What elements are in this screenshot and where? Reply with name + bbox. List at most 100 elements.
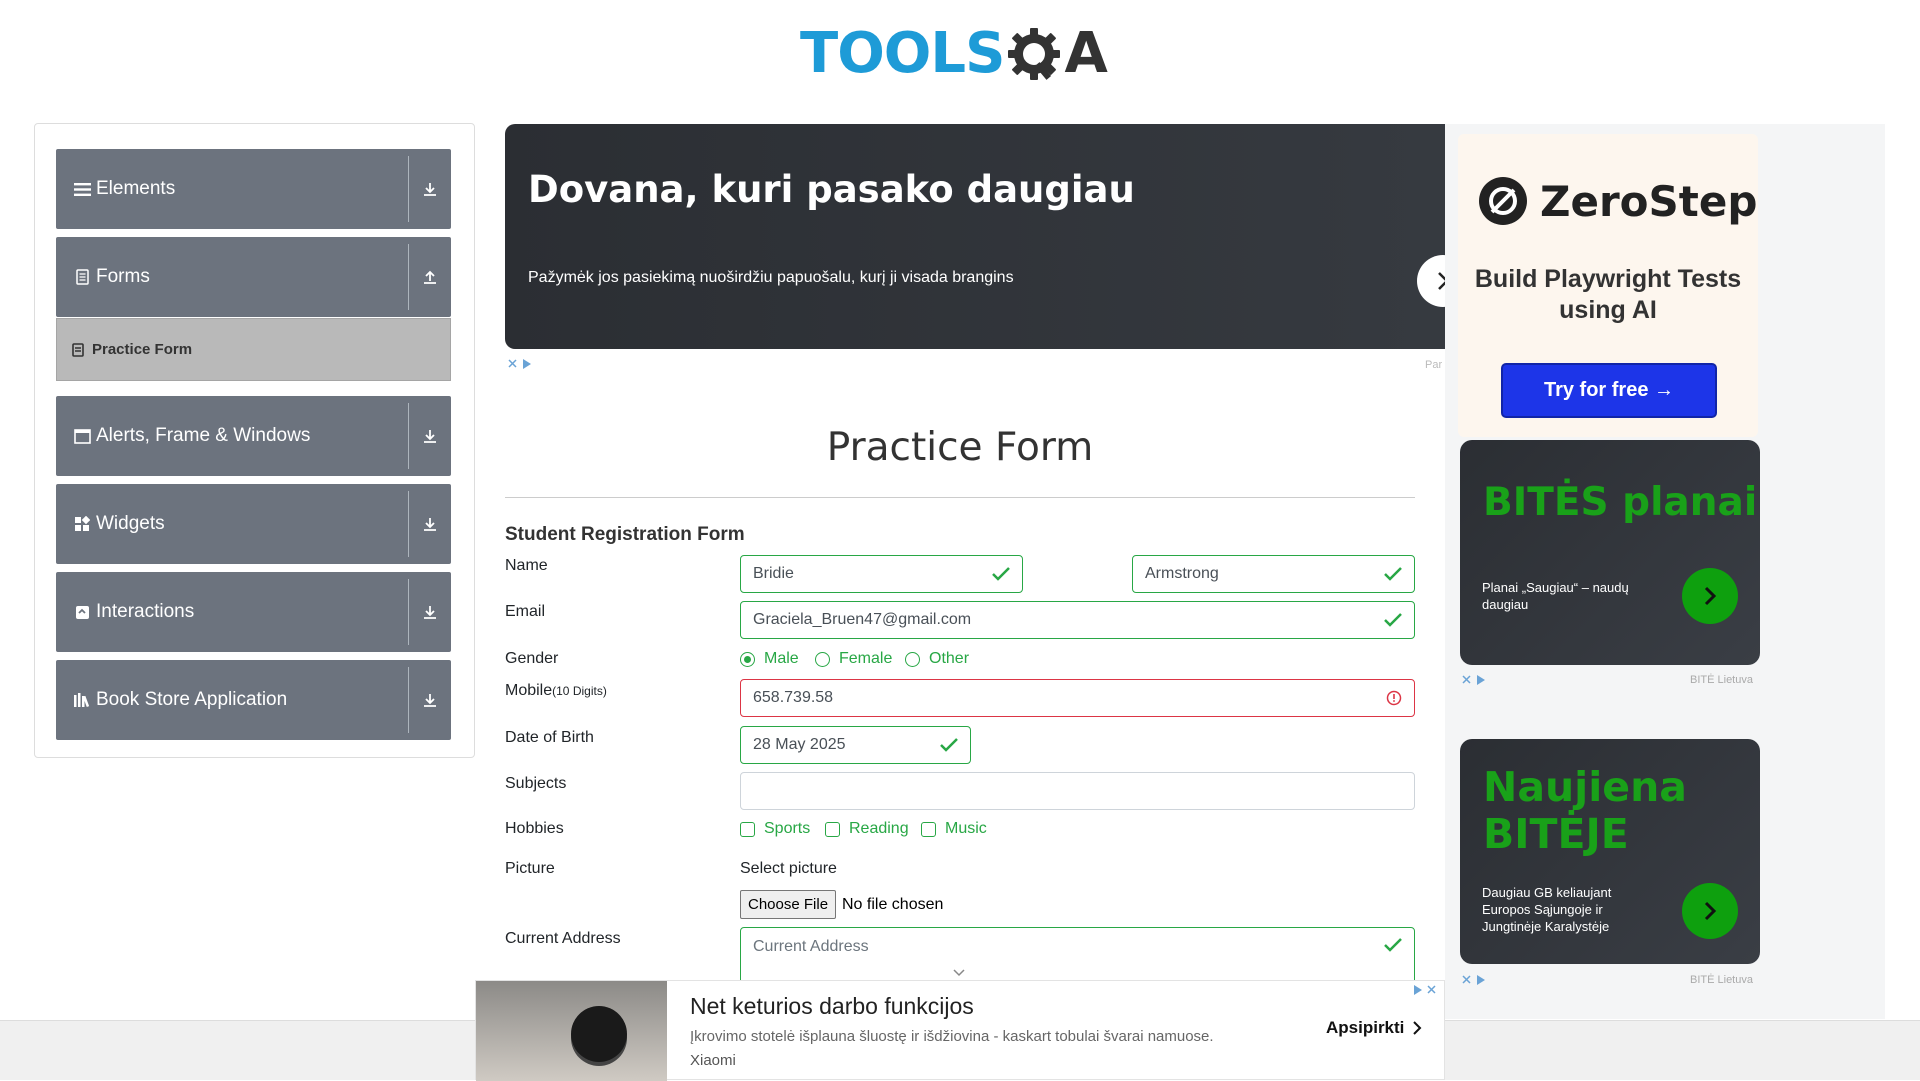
gender-other-radio[interactable]: Other — [905, 650, 969, 668]
adchoices-icon[interactable] — [507, 358, 537, 373]
books-icon — [73, 691, 91, 709]
document-icon — [72, 342, 84, 357]
check-icon — [940, 738, 958, 752]
check-icon — [992, 567, 1010, 581]
bite-ad-title-line1: Naujiena — [1483, 763, 1687, 811]
zerostep-tagline: Build Playwright Tests using AI — [1474, 265, 1742, 325]
chevron-right-icon[interactable] — [1682, 568, 1738, 624]
bite-ad-1[interactable]: BITĖS planai Planai „Saugiau“ – naudų da… — [1460, 440, 1760, 665]
sidebar-group-label: Forms — [96, 266, 150, 287]
no-file-chosen-text: No file chosen — [842, 896, 944, 913]
hobby-reading-checkbox[interactable]: Reading — [825, 820, 909, 838]
sidebar-item-label: Practice Form — [92, 341, 193, 358]
first-name-value: Bridie — [753, 565, 794, 582]
toolsqa-logo[interactable]: TOOLS A — [800, 14, 1108, 94]
last-name-input[interactable]: Armstrong — [1132, 555, 1415, 593]
robot-vacuum-image — [571, 1006, 627, 1062]
sidebar-group-forms[interactable]: Forms — [56, 237, 451, 317]
radio-label: Male — [764, 650, 799, 667]
sidebar-group-book-store[interactable]: Book Store Application — [56, 660, 451, 740]
bite-brand-label: BITĖ Lietuva — [1690, 674, 1753, 686]
email-input[interactable]: Graciela_Bruen47@gmail.com — [740, 601, 1415, 639]
checkbox-box — [740, 821, 755, 837]
name-label: Name — [505, 557, 548, 574]
chevron-right-icon — [1413, 1021, 1422, 1035]
dob-value: 28 May 2025 — [753, 736, 846, 753]
divider — [505, 497, 1415, 498]
sidebar-group-label: Alerts, Frame & Windows — [96, 425, 311, 446]
logo-a-text: A — [1064, 21, 1107, 86]
bite-ad-2[interactable]: Naujiena BITĖJE Daugiau GB keliaujant Eu… — [1460, 739, 1760, 964]
bite-ad-title: Naujiena BITĖJE — [1483, 763, 1687, 859]
check-icon — [1384, 567, 1402, 581]
hobby-music-checkbox[interactable]: Music — [921, 820, 987, 838]
adchoices-icon[interactable] — [1461, 674, 1491, 689]
current-address-label: Current Address — [505, 930, 621, 947]
radio-dot — [905, 651, 920, 667]
last-name-value: Armstrong — [1145, 565, 1219, 582]
zerostep-icon — [1479, 177, 1527, 225]
subjects-label: Subjects — [505, 775, 567, 792]
sidebar-group-widgets[interactable]: Widgets — [56, 484, 451, 564]
mobile-label-text: Mobile — [505, 682, 553, 699]
download-icon — [409, 692, 451, 708]
gender-label: Gender — [505, 650, 559, 667]
first-name-input[interactable]: Bridie — [740, 555, 1023, 593]
chevron-right-icon[interactable] — [1682, 883, 1738, 939]
sidebar-group-elements[interactable]: Elements — [56, 149, 451, 229]
form-subtitle: Student Registration Form — [505, 524, 745, 545]
error-icon — [1386, 690, 1402, 706]
sidebar-group-alerts[interactable]: Alerts, Frame & Windows — [56, 396, 451, 476]
adchoices-icon[interactable] — [1412, 983, 1442, 1001]
logo-qa: A — [1004, 21, 1108, 86]
bite-ad-title: BITĖS planai — [1483, 480, 1758, 525]
gear-q-icon — [1008, 28, 1061, 80]
radio-dot — [815, 651, 830, 667]
ad-advertiser: Par — [1425, 359, 1443, 371]
button-label: Apsipirkti — [1326, 1018, 1405, 1037]
top-banner-ad[interactable]: Dovana, kuri pasako daugiau Pažymėk jos … — [505, 124, 1445, 349]
try-for-free-button[interactable]: Try for free → — [1501, 363, 1717, 418]
sidebar-group-label: Interactions — [96, 601, 195, 622]
mobile-value: 658.739.58 — [753, 689, 834, 706]
mobile-input[interactable]: 658.739.58 — [740, 679, 1415, 717]
check-icon — [1384, 938, 1402, 952]
bite-brand-label: BITĖ Lietuva — [1690, 974, 1753, 986]
chevron-down-icon — [953, 969, 965, 977]
bite-ad-text: Daugiau GB keliaujant Europos Sąjungoje … — [1482, 885, 1612, 934]
chevron-right-icon[interactable] — [1417, 255, 1445, 307]
sidebar-group-label: Elements — [96, 178, 176, 199]
address-placeholder: Current Address — [753, 938, 869, 955]
sidebar-group-interactions[interactable]: Interactions — [56, 572, 451, 652]
checkbox-label: Reading — [849, 820, 909, 837]
download-icon — [409, 516, 451, 532]
subjects-input[interactable] — [740, 772, 1415, 810]
sidebar-group-label: Widgets — [96, 513, 165, 534]
checkbox-label: Sports — [764, 820, 811, 837]
choose-file-button[interactable]: Choose File — [740, 890, 837, 919]
checkbox-label: Music — [945, 820, 987, 837]
sidebar-group-label: Book Store Application — [96, 689, 288, 710]
date-of-birth-input[interactable]: 28 May 2025 — [740, 726, 971, 764]
zerostep-logo: ZeroStep — [1476, 174, 1757, 228]
zerostep-brand: ZeroStep — [1540, 176, 1758, 226]
adchoices-icon[interactable] — [1461, 974, 1491, 989]
bottom-banner-ad[interactable]: Net keturios darbo funkcijos Įkrovimo st… — [475, 980, 1445, 1081]
interactions-icon — [73, 603, 91, 621]
apsipirkti-button[interactable]: Apsipirkti — [1326, 1018, 1422, 1038]
mobile-hint: (10 Digits) — [552, 684, 607, 698]
bottom-ad-headline: Net keturios darbo funkcijos — [690, 993, 974, 1019]
widgets-icon — [73, 515, 91, 533]
bottom-ad-text: Įkrovimo stotelė išplauna šluostę ir išd… — [690, 1028, 1214, 1045]
checkbox-box — [825, 821, 840, 837]
radio-label: Female — [839, 650, 893, 667]
window-icon — [73, 427, 91, 445]
gender-female-radio[interactable]: Female — [815, 650, 892, 668]
left-sidebar: Elements Forms Practice Form Alerts, Fra… — [34, 123, 475, 758]
sidebar-item-practice-form[interactable]: Practice Form — [56, 318, 451, 381]
gender-male-radio[interactable]: Male — [740, 650, 799, 668]
check-icon — [1384, 613, 1402, 627]
bite-ad-title-line2: BITĖJE — [1483, 810, 1629, 859]
zerostep-ad[interactable]: ZeroStep Build Playwright Tests using AI… — [1458, 134, 1758, 437]
hobby-sports-checkbox[interactable]: Sports — [740, 820, 810, 838]
